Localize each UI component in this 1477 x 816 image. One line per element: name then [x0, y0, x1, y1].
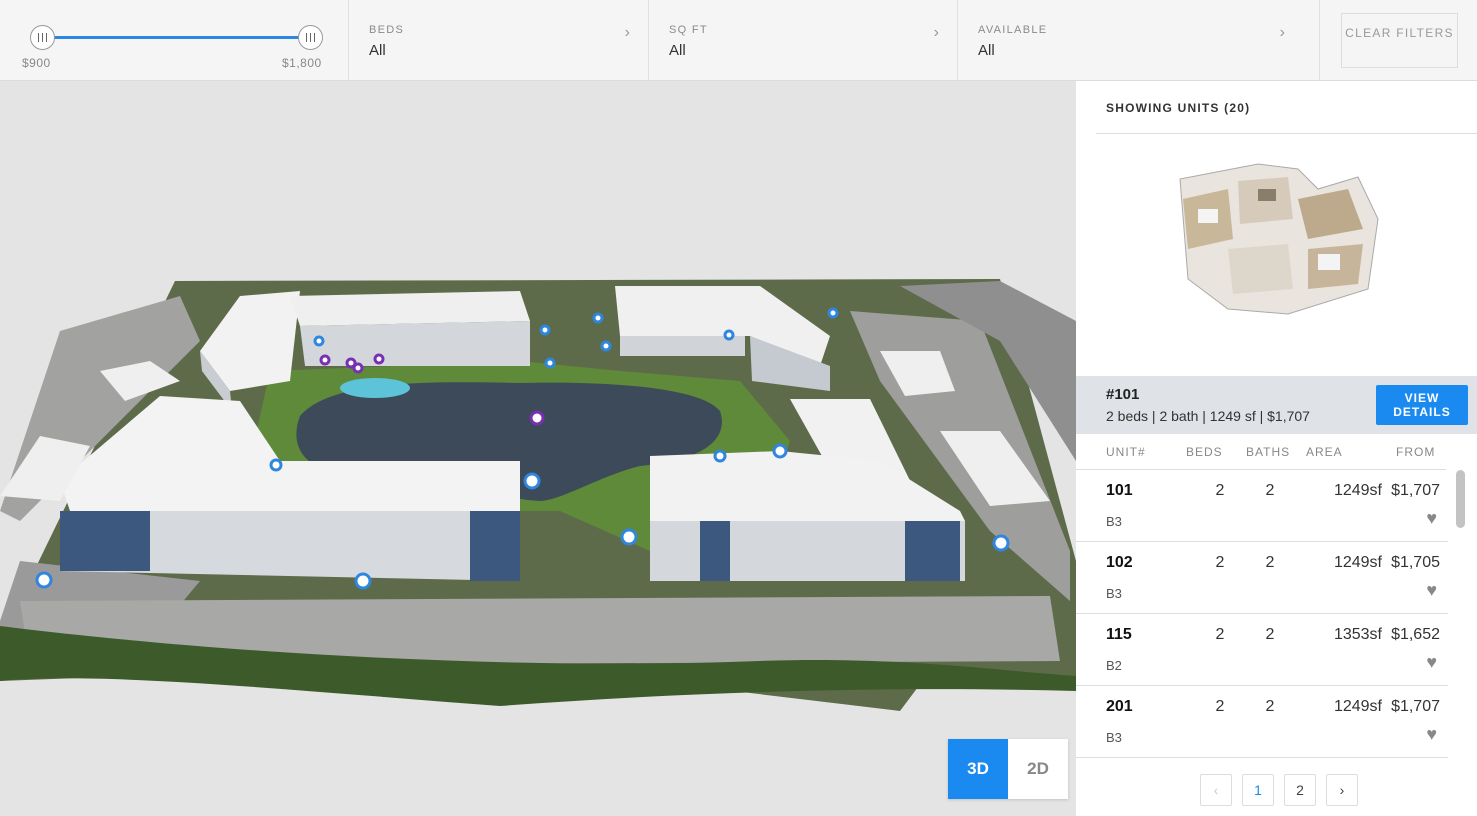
sqft-filter-label: SQ FT: [669, 24, 708, 36]
unit-beds: 2: [1215, 554, 1225, 571]
divider: [1096, 133, 1477, 134]
unit-number: 101: [1106, 482, 1133, 499]
unit-baths: 2: [1265, 482, 1275, 499]
prev-page-button[interactable]: ‹: [1200, 774, 1232, 806]
pagination: ‹ 1 2 ›: [1200, 774, 1358, 806]
unit-beds: 2: [1215, 626, 1225, 643]
selected-unit-info: 2 beds | 2 bath | 1249 sf | $1,707: [1106, 408, 1310, 424]
page-1-button[interactable]: 1: [1242, 774, 1274, 806]
next-page-button[interactable]: ›: [1326, 774, 1358, 806]
unit-price: $1,652: [1391, 626, 1440, 643]
unit-area: 1249sf: [1333, 554, 1382, 571]
view-mode-toggle: 3D 2D: [948, 739, 1068, 799]
unit-beds: 2: [1215, 482, 1225, 499]
unit-price: $1,707: [1391, 482, 1440, 499]
price-slider-track[interactable]: [42, 36, 310, 39]
unit-area: 1249sf: [1333, 698, 1382, 715]
unit-plan: B3: [1106, 514, 1122, 529]
available-filter-value: All: [978, 42, 995, 59]
unit-baths: 2: [1265, 698, 1275, 715]
chevron-right-icon: ›: [933, 24, 939, 41]
unit-baths: 2: [1265, 554, 1275, 571]
col-beds[interactable]: BEDS: [1186, 445, 1223, 459]
unit-area: 1249sf: [1333, 482, 1382, 499]
unit-number: 201: [1106, 698, 1133, 715]
chevron-right-icon: ›: [624, 24, 630, 41]
selected-unit-bar: #101 2 beds | 2 bath | 1249 sf | $1,707 …: [1076, 376, 1477, 434]
units-list-scrollbar[interactable]: [1456, 470, 1465, 528]
page-2-button[interactable]: 2: [1284, 774, 1316, 806]
selected-unit-number: #101: [1106, 386, 1140, 403]
sqft-filter-value: All: [669, 42, 686, 59]
filter-bar: $900 $1,800 BEDS All › SQ FT All › AVAIL…: [0, 0, 1477, 81]
beds-filter[interactable]: BEDS All ›: [349, 0, 649, 80]
price-min-label: $900: [22, 56, 51, 70]
price-max-handle[interactable]: [298, 25, 323, 50]
unit-beds: 2: [1215, 698, 1225, 715]
unit-baths: 2: [1265, 626, 1275, 643]
beds-filter-value: All: [369, 42, 386, 59]
unit-row[interactable]: 102 2 2 1249sf $1,705 B3 ♥: [1076, 542, 1448, 614]
unit-number: 102: [1106, 554, 1133, 571]
available-filter[interactable]: AVAILABLE All ›: [958, 0, 1320, 80]
view-details-button[interactable]: VIEW DETAILS: [1376, 385, 1468, 425]
unit-plan: B3: [1106, 730, 1122, 745]
unit-row[interactable]: 115 2 2 1353sf $1,652 B2 ♥: [1076, 614, 1448, 686]
showing-units-heading: SHOWING UNITS (20): [1106, 101, 1251, 115]
units-table-header: UNIT# BEDS BATHS AREA FROM: [1076, 445, 1477, 469]
unit-area: 1353sf: [1333, 626, 1382, 643]
heart-icon[interactable]: ♥: [1426, 652, 1437, 673]
price-max-label: $1,800: [282, 56, 322, 70]
unit-plan: B2: [1106, 658, 1122, 673]
heart-icon[interactable]: ♥: [1426, 508, 1437, 529]
price-range-filter: $900 $1,800: [0, 0, 349, 80]
units-panel: SHOWING UNITS (20) #101 2 beds | 2 bath …: [1076, 81, 1477, 816]
view-3d-button[interactable]: 3D: [948, 739, 1008, 799]
unit-number: 115: [1106, 626, 1132, 643]
col-unit[interactable]: UNIT#: [1106, 445, 1146, 459]
aerial-site-model: [0, 279, 1076, 711]
col-area[interactable]: AREA: [1306, 445, 1343, 459]
view-2d-button[interactable]: 2D: [1008, 739, 1068, 799]
unit-row[interactable]: 201 2 2 1249sf $1,707 B3 ♥: [1076, 686, 1448, 758]
col-baths[interactable]: BATHS: [1246, 445, 1290, 459]
price-min-handle[interactable]: [30, 25, 55, 50]
chevron-right-icon: ›: [1279, 24, 1285, 41]
heart-icon[interactable]: ♥: [1426, 580, 1437, 601]
heart-icon[interactable]: ♥: [1426, 724, 1437, 745]
site-map-3d[interactable]: 3D 2D: [0, 81, 1076, 816]
unit-row[interactable]: 101 2 2 1249sf $1,707 B3 ♥: [1076, 470, 1448, 542]
unit-price: $1,707: [1391, 698, 1440, 715]
sqft-filter[interactable]: SQ FT All ›: [649, 0, 958, 80]
floorplan-image[interactable]: [1168, 159, 1388, 345]
col-from[interactable]: FROM: [1396, 445, 1435, 459]
beds-filter-label: BEDS: [369, 24, 405, 36]
unit-price: $1,705: [1391, 554, 1440, 571]
units-list: 101 2 2 1249sf $1,707 B3 ♥ 102 2 2 1249s…: [1076, 470, 1448, 758]
unit-plan: B3: [1106, 586, 1122, 601]
clear-filters-wrap: CLEAR FILTERS: [1320, 0, 1477, 80]
clear-filters-button[interactable]: CLEAR FILTERS: [1341, 13, 1458, 68]
available-filter-label: AVAILABLE: [978, 24, 1048, 36]
